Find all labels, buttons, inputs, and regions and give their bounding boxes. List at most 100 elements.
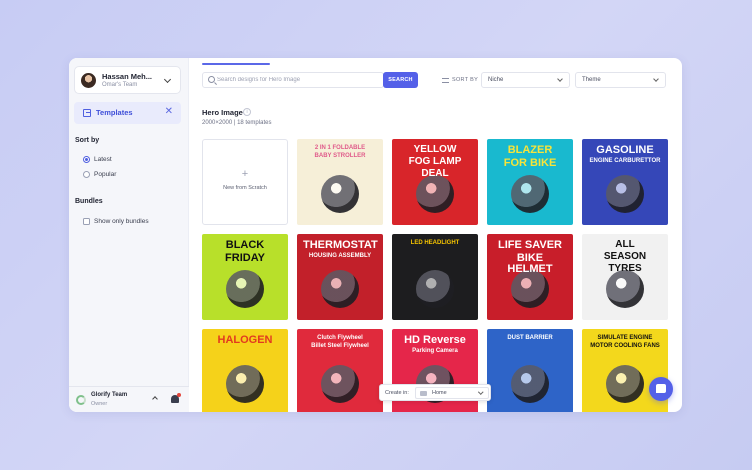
template-card-thermostat[interactable]: THERMOSTAT HOUSING ASSEMBLY	[297, 234, 383, 320]
search-box[interactable]	[202, 72, 384, 88]
template-headline: FRIDAY	[225, 252, 265, 264]
template-product-image	[606, 175, 644, 213]
template-headline: DEAL	[421, 168, 449, 179]
template-product-image	[416, 270, 454, 308]
template-card-all-season-tyres[interactable]: ALL SEASON TYRES	[582, 234, 668, 320]
template-headline: 2 IN 1 FOLDABLE	[314, 145, 366, 151]
theme-select[interactable]: Theme	[575, 72, 666, 88]
niche-select[interactable]: Niche	[481, 72, 570, 88]
search-input[interactable]	[217, 74, 377, 86]
search-button[interactable]: SEARCH	[383, 72, 418, 88]
info-icon[interactable]: i	[243, 108, 251, 116]
chevron-down-icon	[653, 76, 659, 82]
template-headline: BLACK	[225, 239, 265, 251]
new-from-scratch-label: New from Scratch	[223, 185, 267, 191]
template-headline: ENGINE CARBURETTOR	[589, 158, 661, 164]
radio-popular[interactable]	[83, 171, 90, 178]
active-tab-indicator	[202, 63, 270, 65]
create-in-select[interactable]: Home	[415, 387, 489, 399]
page-title: Hero Image	[202, 108, 243, 117]
template-headline: HALOGEN	[217, 334, 273, 346]
template-card-flywheel[interactable]: Clutch Flywheel Billet Steel Flywheel	[297, 329, 383, 412]
template-headline: SEASON	[603, 251, 647, 262]
app-window: Hassan Meh... Omar's Team Templates ✕ So…	[69, 58, 682, 412]
niche-select-value: Niche	[488, 77, 504, 83]
template-headline: HOUSING ASSEMBLY	[308, 253, 372, 259]
user-team: Omar's Team	[102, 82, 138, 88]
notification-dot	[177, 393, 181, 397]
template-headline: FOG LAMP	[408, 156, 462, 167]
new-from-scratch-card[interactable]: + New from Scratch	[202, 139, 288, 225]
template-card-bike-helmet[interactable]: LIFE SAVER BIKE HELMET	[487, 234, 573, 320]
theme-select-value: Theme	[582, 77, 601, 83]
template-product-image	[321, 365, 359, 403]
template-product-image	[226, 270, 264, 308]
radio-latest-label: Latest	[94, 156, 112, 163]
sidebar-item-templates[interactable]: Templates ✕	[74, 102, 181, 124]
close-icon[interactable]: ✕	[165, 106, 173, 117]
template-product-image	[511, 175, 549, 213]
folder-icon	[420, 391, 427, 396]
sort-by-heading: Sort by	[75, 137, 100, 144]
chat-support-button[interactable]	[649, 377, 673, 401]
template-headline: YELLOW	[413, 144, 457, 155]
page-subtitle: 2000×2000 | 18 templates	[202, 120, 272, 126]
template-product-image	[416, 175, 454, 213]
template-product-image	[321, 270, 359, 308]
template-card-dust-barrier[interactable]: DUST BARRIER	[487, 329, 573, 412]
template-product-image	[511, 270, 549, 308]
template-headline: SIMULATE ENGINE	[597, 335, 653, 341]
template-headline: ALL	[615, 239, 635, 250]
template-headline: FOR BIKE	[503, 157, 557, 169]
chevron-down-icon	[163, 75, 172, 84]
template-headline: HD Reverse	[404, 334, 466, 346]
template-headline: BLAZER	[507, 144, 553, 156]
template-product-image	[226, 365, 264, 403]
create-in-value: Home	[432, 390, 447, 396]
avatar	[81, 73, 96, 88]
template-card-carburettor[interactable]: GASOLINE ENGINE CARBURETTOR	[582, 139, 668, 225]
template-card-black-friday[interactable]: BLACK FRIDAY	[202, 234, 288, 320]
template-headline: BIKE HELMET	[507, 252, 553, 275]
sidebar: Hassan Meh... Omar's Team Templates ✕ So…	[69, 58, 189, 412]
template-product-image	[321, 175, 359, 213]
templates-icon	[83, 109, 91, 117]
template-headline: Billet Steel Flywheel	[311, 343, 369, 349]
workspace-logo-icon	[76, 395, 86, 405]
template-card-blazer-bike[interactable]: BLAZER FOR BIKE	[487, 139, 573, 225]
user-switcher[interactable]: Hassan Meh... Omar's Team	[74, 66, 181, 94]
sort-by-label: SORT BY	[452, 77, 479, 83]
bundles-heading: Bundles	[75, 198, 103, 205]
user-name: Hassan Meh...	[102, 72, 153, 81]
template-card-yellow-fog-lamp[interactable]: YELLOW FOG LAMP DEAL	[392, 139, 478, 225]
template-card-led-headlight[interactable]: LED HEADLIGHT	[392, 234, 478, 320]
template-headline: LIFE SAVER	[498, 239, 562, 251]
template-headline: Parking Camera	[412, 348, 458, 354]
create-in-label: Create in:	[385, 390, 409, 396]
sidebar-item-label: Templates	[96, 108, 133, 117]
chevron-down-icon	[477, 389, 483, 395]
plus-icon: +	[241, 168, 249, 180]
template-card-halogen[interactable]: HALOGEN	[202, 329, 288, 412]
workspace-switcher[interactable]: Glorify Team Owner	[69, 386, 189, 412]
template-headline: Clutch Flywheel	[317, 335, 363, 341]
create-in-bar: Create in: Home	[379, 384, 491, 401]
radio-popular-label: Popular	[94, 171, 117, 178]
show-bundles-checkbox[interactable]	[83, 218, 90, 225]
workspace-role: Owner	[91, 401, 108, 407]
sort-icon	[442, 78, 449, 83]
template-product-image	[606, 365, 644, 403]
template-headline: MOTOR COOLING FANS	[590, 343, 660, 349]
template-headline: LED HEADLIGHT	[410, 240, 460, 246]
template-headline: TYRES	[608, 263, 642, 274]
search-icon	[208, 76, 215, 83]
template-headline: THERMOSTAT	[303, 239, 378, 251]
show-bundles-label: Show only bundles	[94, 218, 149, 225]
template-headline: BABY STROLLER	[314, 153, 366, 159]
template-headline: GASOLINE	[596, 144, 654, 156]
template-headline: DUST BARRIER	[507, 335, 553, 341]
template-card-stroller[interactable]: 2 IN 1 FOLDABLE BABY STROLLER	[297, 139, 383, 225]
workspace-name: Glorify Team	[91, 392, 128, 398]
chevron-up-icon	[152, 396, 158, 402]
radio-latest[interactable]	[83, 156, 90, 163]
